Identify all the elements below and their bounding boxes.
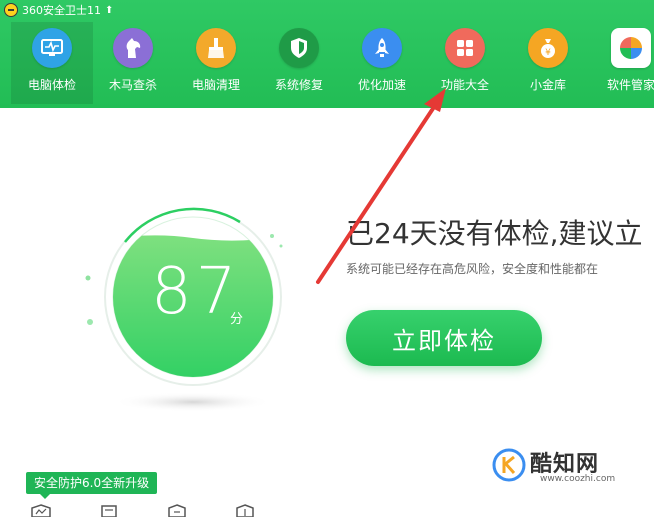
nav-item-vault[interactable]: ¥ 小金库	[507, 22, 589, 104]
nav-item-software-manager[interactable]: 软件管家	[590, 22, 654, 104]
nav-label: 系统修复	[274, 78, 323, 92]
nav-item-speed-up[interactable]: 优化加速	[341, 22, 423, 104]
nav-item-pc-cleanup[interactable]: 电脑清理	[175, 22, 257, 104]
top-toolbar: 360安全卫士11 ⬆ 电脑体检 木马查杀 电脑清理 系统修复 优化加速 功能大…	[0, 0, 654, 108]
lock-shield-icon[interactable]	[234, 504, 256, 517]
protection-icon[interactable]	[30, 504, 52, 517]
monitor-check-icon	[32, 28, 72, 68]
checkup-subline: 系统可能已经存在高危风险，安全度和性能都在	[346, 262, 599, 276]
nav-label: 木马查杀	[108, 78, 157, 92]
nav-label: 电脑体检	[27, 78, 76, 92]
watermark-url: www.coozhi.com	[540, 474, 616, 484]
nav-label: 小金库	[529, 78, 566, 92]
grid-icon	[445, 28, 485, 68]
rocket-icon	[362, 28, 402, 68]
checkup-headline: 已24天没有体检,建议立	[346, 217, 643, 250]
money-bag-icon: ¥	[528, 28, 568, 68]
apps-icon	[611, 28, 651, 68]
health-score-circle: 87 分	[80, 180, 300, 430]
shield-icon	[279, 28, 319, 68]
nav-label: 功能大全	[440, 78, 489, 92]
document-shield-icon[interactable]	[98, 504, 120, 517]
nav-label: 软件管家	[606, 78, 654, 92]
health-score-value: 87	[151, 255, 241, 329]
nav-item-trojan-scan[interactable]: 木马查杀	[92, 22, 174, 104]
app-logo-icon	[4, 3, 18, 17]
horse-icon	[113, 28, 153, 68]
upgrade-badge[interactable]: 安全防护6.0全新升级	[26, 472, 158, 499]
nav-label: 优化加速	[357, 78, 406, 92]
nav-item-system-repair[interactable]: 系统修复	[258, 22, 340, 104]
app-title: 360安全卫士11	[22, 4, 101, 17]
nav-label: 电脑清理	[191, 78, 240, 92]
title-bar: 360安全卫士11 ⬆	[4, 2, 113, 18]
svg-text:¥: ¥	[545, 48, 551, 58]
nav-item-pc-checkup[interactable]: 电脑体检	[11, 22, 93, 104]
check-now-button[interactable]: 立即体检	[346, 310, 542, 366]
nav-item-all-features[interactable]: 功能大全	[424, 22, 506, 104]
update-arrow-icon[interactable]: ⬆	[105, 5, 113, 16]
broom-icon	[196, 28, 236, 68]
file-shield-icon[interactable]	[166, 504, 188, 517]
watermark-logo-icon	[492, 448, 526, 482]
main-nav: 电脑体检 木马查杀 电脑清理 系统修复 优化加速 功能大全 ¥ 小金库 软件管家	[0, 18, 654, 108]
health-score-unit: 分	[230, 312, 244, 327]
